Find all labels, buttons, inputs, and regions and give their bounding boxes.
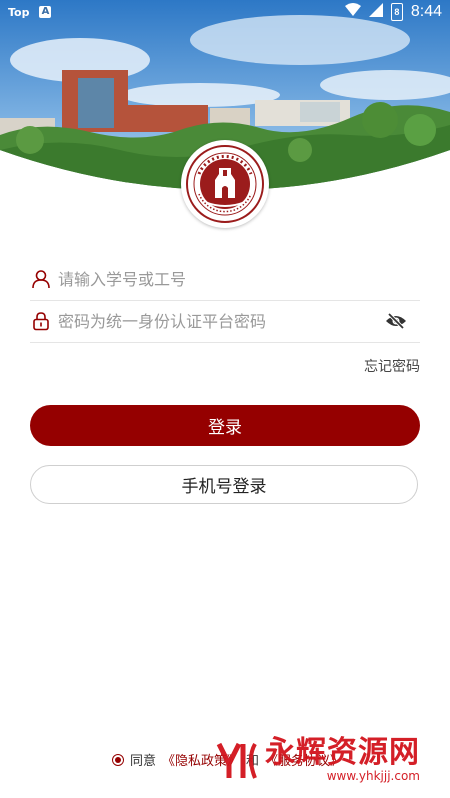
battery-icon: 8 [390,3,403,21]
status-time: 8:44 [410,3,442,20]
watermark-url: www.yhkjjj.com [326,769,420,783]
notification-icon: A [39,6,52,18]
user-icon [30,268,52,290]
password-input[interactable] [56,310,384,332]
wifi-icon [344,2,361,22]
agreement-radio[interactable] [112,753,124,766]
lock-icon [30,310,52,332]
watermark-logo-icon [216,742,257,779]
password-field-row [30,300,420,343]
watermark-text: 永辉资源网 www.yhkjjj.com [265,735,420,783]
watermark: 永辉资源网 www.yhkjjj.com [215,738,420,782]
status-bar: Top A 8 8:44 [0,0,450,24]
watermark-title: 永辉资源网 [265,735,420,770]
username-field-row [30,258,420,301]
phone-login-button[interactable]: 手机号登录 [30,465,418,504]
username-input[interactable] [56,268,420,290]
agreement-prefix: 同意 [130,754,157,769]
eye-off-icon[interactable] [384,309,408,333]
signal-icon [368,2,383,22]
status-app-label: Top [8,5,30,19]
forgot-password-link[interactable]: 忘记密码 [364,356,420,376]
university-emblem-logo [181,140,269,228]
login-button[interactable]: 登录 [30,405,420,446]
status-bar-left: Top A [8,5,52,19]
status-bar-right: 8 8:44 [344,2,442,22]
